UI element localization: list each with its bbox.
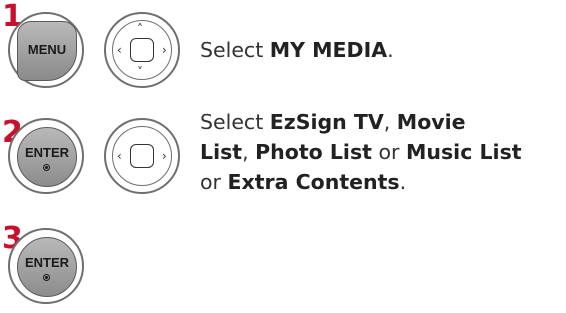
- up-arrow-icon: ˄: [137, 22, 143, 36]
- or-label: or: [200, 170, 228, 194]
- enter-key-label: ENTER: [24, 145, 70, 160]
- menu-key-face: MENU: [17, 21, 77, 81]
- nav-center-button: [130, 144, 154, 168]
- enter-key-step-3: ENTER: [8, 228, 84, 304]
- my-media-label: MY MEDIA: [269, 38, 388, 62]
- step-1-suffix: .: [387, 38, 394, 62]
- enter-dot-icon: [43, 164, 50, 171]
- step-2-line-3: or Extra Contents.: [200, 167, 522, 197]
- enter-key-face: ENTER: [17, 237, 77, 297]
- step-2-suffix: .: [399, 170, 407, 194]
- left-arrow-icon: ‹: [117, 43, 122, 57]
- down-arrow-icon: ˅: [137, 65, 143, 79]
- right-arrow-icon: ›: [162, 149, 167, 163]
- nav-center-button: [130, 38, 154, 62]
- navigation-pad-step-2: ‹ ›: [104, 118, 180, 194]
- menu-key: MENU: [8, 12, 84, 88]
- enter-key-step-2: ENTER: [8, 118, 84, 194]
- menu-key-label: MENU: [27, 42, 67, 57]
- step-2-line-2: List, Photo List or Music List: [200, 137, 522, 167]
- music-list-label: Music List: [405, 140, 522, 164]
- movie-label: Movie: [396, 110, 466, 134]
- enter-key-face: ENTER: [17, 127, 77, 187]
- enter-key-label: ENTER: [24, 255, 70, 270]
- step-2-prefix: Select: [200, 110, 270, 134]
- left-arrow-icon: ‹: [117, 149, 122, 163]
- step-2-line-1: Select EzSign TV, Movie: [200, 107, 522, 137]
- navigation-pad-step-1: ˄ ˅ ‹ ›: [104, 12, 180, 88]
- step-1-instruction: Select MY MEDIA.: [200, 35, 394, 65]
- extra-contents-label: Extra Contents: [227, 170, 400, 194]
- separator: or: [371, 140, 406, 164]
- ezsign-tv-label: EzSign TV: [269, 110, 384, 134]
- right-arrow-icon: ›: [162, 43, 167, 57]
- list-label: List: [200, 140, 243, 164]
- separator: ,: [242, 140, 256, 164]
- separator: ,: [383, 110, 397, 134]
- step-2-instruction: Select EzSign TV, Movie List, Photo List…: [200, 107, 522, 197]
- enter-dot-icon: [43, 274, 50, 281]
- step-1-prefix: Select: [200, 38, 270, 62]
- photo-list-label: Photo List: [255, 140, 372, 164]
